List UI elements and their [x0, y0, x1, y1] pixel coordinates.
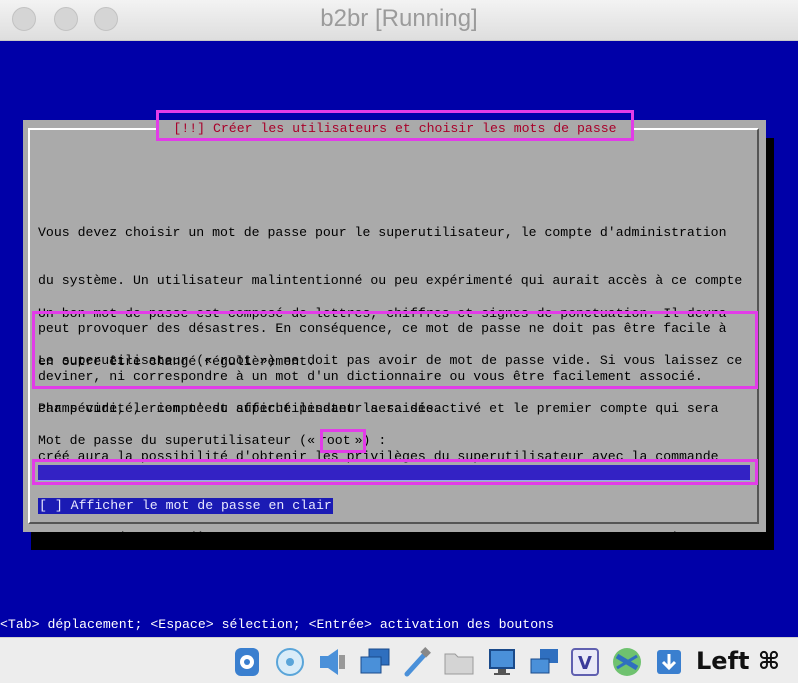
vt-x-icon[interactable]: V	[569, 646, 601, 678]
network-icon[interactable]	[359, 646, 391, 678]
vm-screen[interactable]: [!!] Créer les utilisateurs et choisir l…	[0, 41, 798, 637]
hard-disk-icon[interactable]	[231, 646, 263, 678]
warning-highlight-box	[32, 311, 758, 389]
vm-status-bar: V Left ⌘	[0, 637, 798, 683]
optical-drive-icon[interactable]	[274, 646, 306, 678]
shared-folders-icon[interactable]	[443, 646, 475, 678]
continue-button[interactable]: <Continuer>	[631, 530, 718, 546]
back-button[interactable]: <Revenir en arrière>	[71, 530, 229, 546]
video-capture-icon[interactable]	[528, 646, 560, 678]
audio-icon[interactable]	[316, 646, 348, 678]
title-highlight-box	[156, 110, 634, 141]
window-title: b2br [Running]	[320, 5, 478, 32]
security-note: Par sécurité, rien n'est affiché pendant…	[38, 401, 442, 416]
host-key-label: Left ⌘	[696, 647, 781, 675]
guest-additions-icon[interactable]	[611, 646, 643, 678]
display-icon[interactable]	[486, 646, 518, 678]
installer-dialog: [!!] Créer les utilisateurs et choisir l…	[23, 110, 766, 545]
password-field-highlight-box	[32, 459, 758, 485]
show-password-checkbox[interactable]: [ ] Afficher le mot de passe en clair	[38, 498, 333, 514]
keyboard-help-line: <Tab> déplacement; <Espace> sélection; <…	[0, 617, 554, 632]
svg-text:V: V	[578, 653, 592, 674]
keyboard-capture-icon[interactable]	[653, 646, 685, 678]
usb-icon[interactable]	[401, 646, 433, 678]
window-titlebar: b2br [Running]	[0, 0, 798, 41]
root-highlight-box	[320, 429, 366, 453]
